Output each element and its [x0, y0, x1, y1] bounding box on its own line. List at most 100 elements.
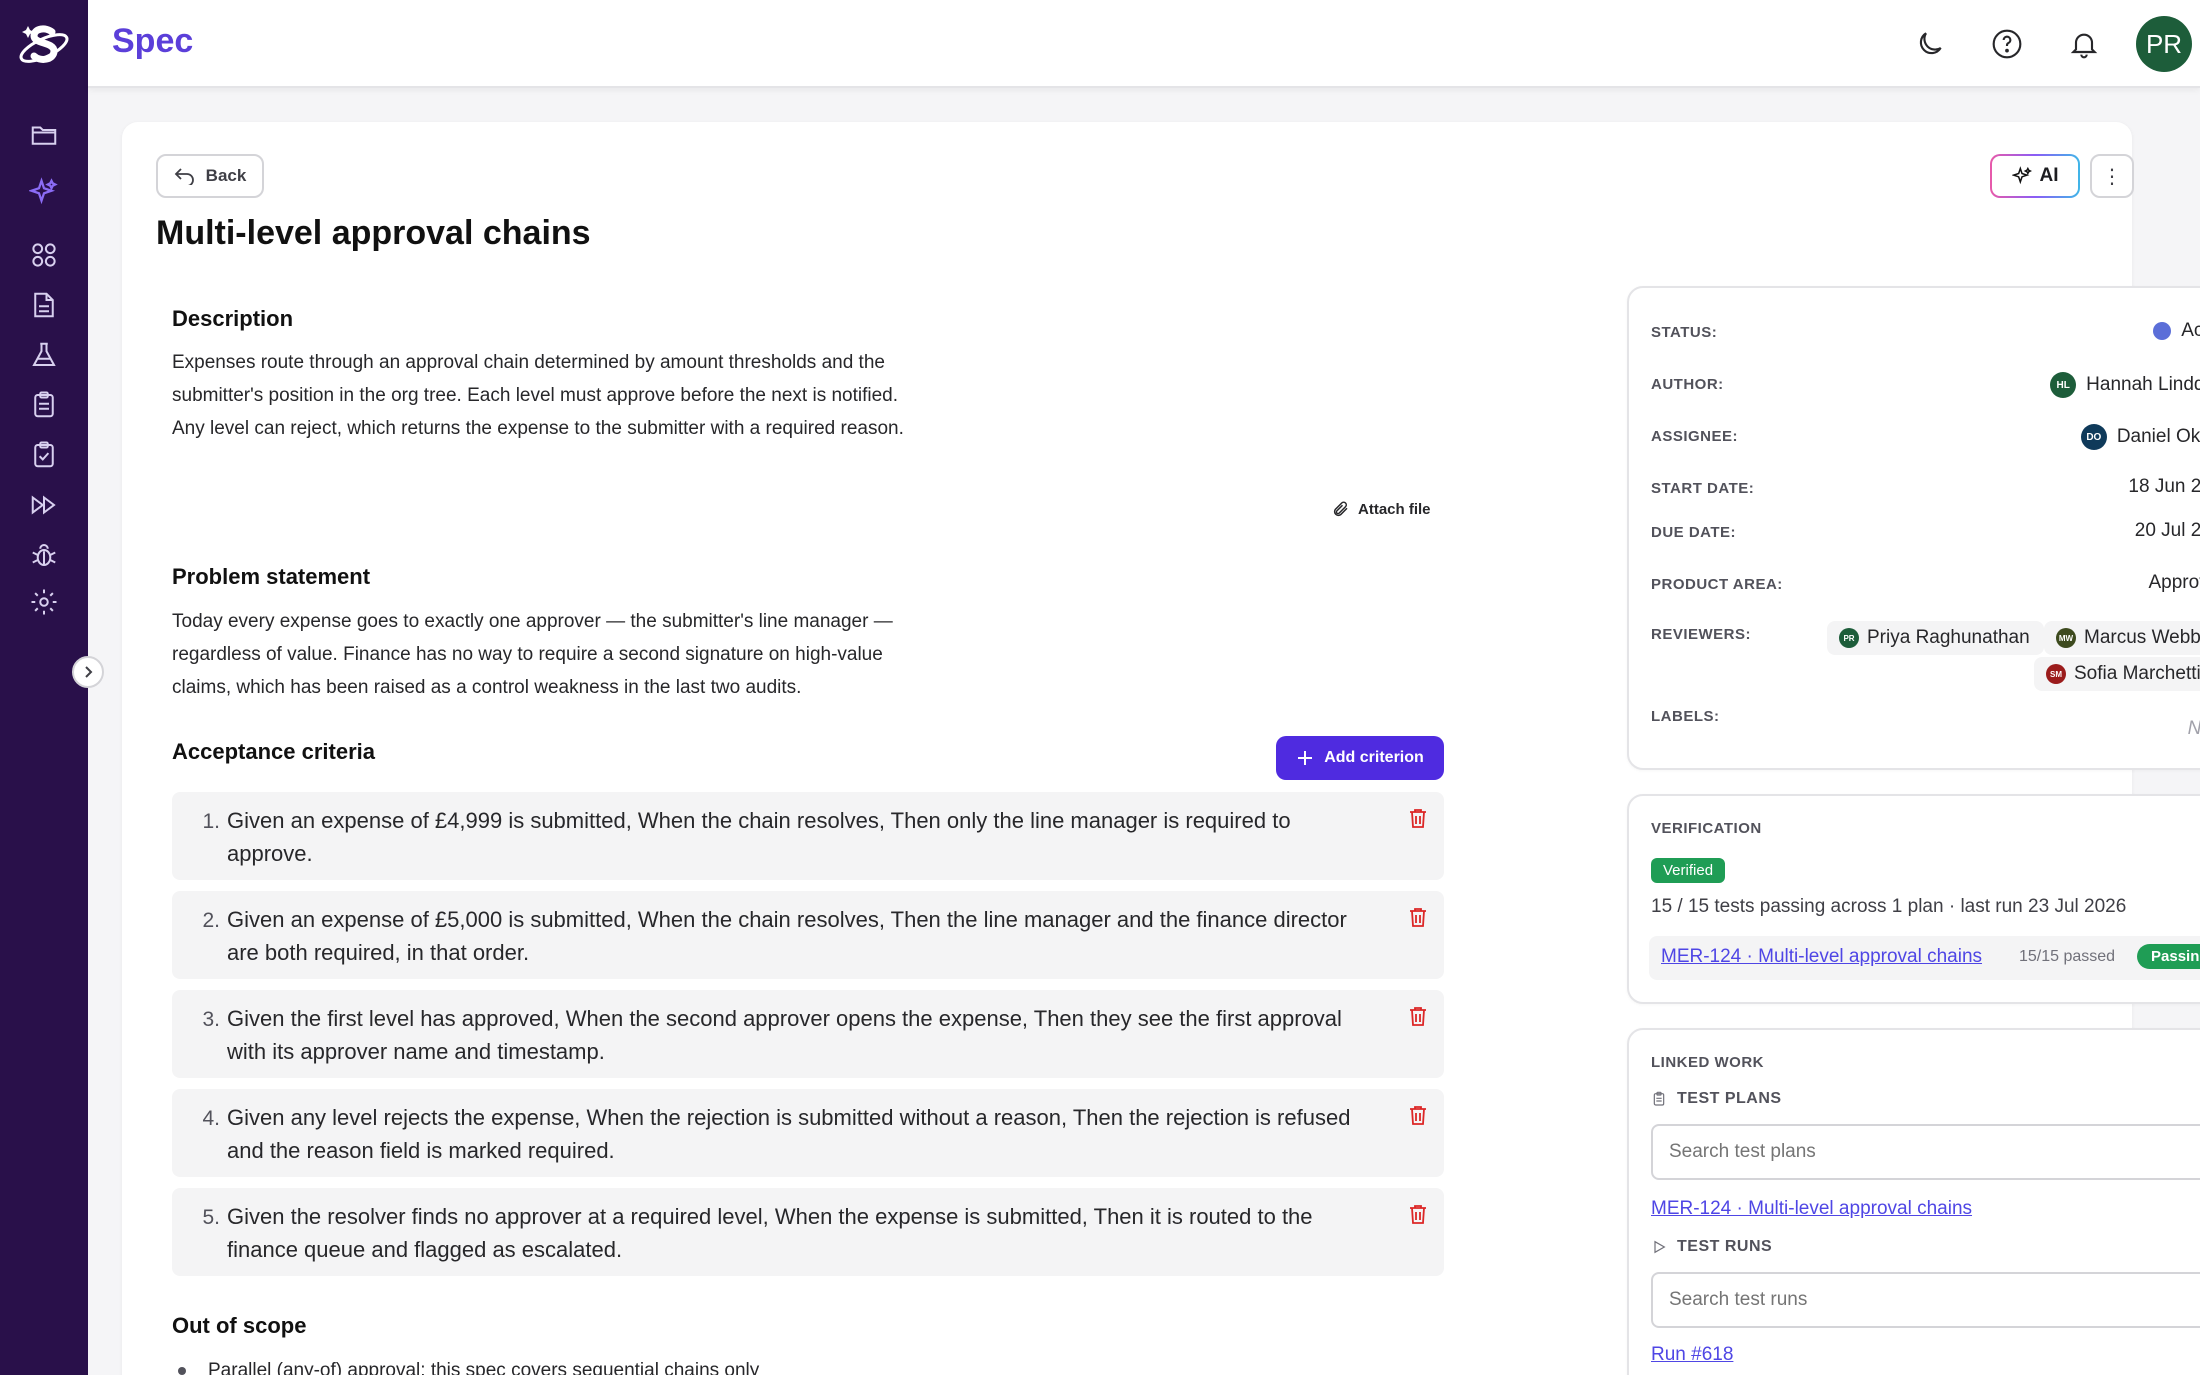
- clipboard-list-icon[interactable]: [26, 387, 62, 423]
- criterion-text[interactable]: Given any level rejects the expense, Whe…: [227, 1101, 1367, 1167]
- criterion-text[interactable]: Given the first level has approved, When…: [227, 1002, 1367, 1068]
- ai-button[interactable]: AI: [1990, 154, 2080, 198]
- criterion-text[interactable]: Given an expense of £5,000 is submitted,…: [227, 903, 1367, 969]
- user-avatar[interactable]: PR: [2136, 16, 2192, 72]
- fast-forward-icon[interactable]: [26, 487, 62, 523]
- description-heading: Description: [172, 306, 294, 331]
- clipboard-list-icon: [1653, 1091, 1665, 1106]
- verification-heading: VERIFICATION: [1651, 820, 1762, 837]
- add-criterion-label: Add criterion: [1324, 749, 1424, 766]
- add-criterion-button[interactable]: Add criterion: [1276, 736, 1444, 780]
- flask-icon[interactable]: [26, 337, 62, 373]
- due-date-label: DUE DATE:: [1651, 524, 1737, 541]
- linked-plan-link[interactable]: MER-124 · Multi-level approval chains: [1651, 1198, 1972, 1220]
- criterion-number: 2.: [202, 909, 220, 932]
- brand-name[interactable]: Spec: [112, 22, 193, 61]
- verification-card: VERIFICATION Verified 15 / 15 tests pass…: [1627, 794, 2200, 1004]
- criterion-item[interactable]: 1. Given an expense of £4,999 is submitt…: [172, 792, 1444, 880]
- scope-item-text: Parallel (any-of) approval; this spec co…: [208, 1360, 760, 1375]
- criterion-item[interactable]: 2. Given an expense of £5,000 is submitt…: [172, 891, 1444, 979]
- assignee-avatar: DO: [2080, 424, 2107, 450]
- verification-count: 15/15 passed: [2019, 948, 2116, 965]
- back-button[interactable]: Back: [156, 154, 264, 198]
- moon-icon[interactable]: [1910, 24, 1950, 64]
- search-test-plans-input[interactable]: [1651, 1124, 2200, 1180]
- start-date-label: START DATE:: [1651, 480, 1755, 497]
- reviewer-avatar: SM: [2046, 664, 2066, 684]
- labels-label: LABELS:: [1651, 708, 1720, 725]
- reviewer-name: Marcus Webb: [2084, 627, 2200, 648]
- test-plans-label: TEST PLANS: [1677, 1090, 1782, 1107]
- criterion-number: 1.: [202, 810, 220, 833]
- back-arrow-icon: [174, 168, 194, 185]
- spec-detail-card: Back AI ⋮ Multi-level approval chains De…: [122, 122, 2200, 1375]
- due-date-value[interactable]: 20 Jul 2026: [2135, 520, 2200, 542]
- trash-icon[interactable]: [1406, 1103, 1430, 1127]
- grid-icon[interactable]: [26, 237, 62, 273]
- back-label: Back: [205, 166, 247, 185]
- test-runs-label: TEST RUNS: [1677, 1238, 1773, 1255]
- criteria-heading: Acceptance criteria: [172, 739, 375, 764]
- document-icon[interactable]: [26, 287, 62, 323]
- problem-text[interactable]: Today every expense goes to exactly one …: [172, 605, 932, 704]
- clipboard-check-icon[interactable]: [26, 437, 62, 473]
- search-test-runs-input[interactable]: [1651, 1272, 2200, 1328]
- criterion-text[interactable]: Given the resolver finds no approver at …: [227, 1200, 1367, 1266]
- trash-icon[interactable]: [1406, 1004, 1430, 1028]
- criterion-item[interactable]: 3. Given the first level has approved, W…: [172, 990, 1444, 1078]
- product-area-label: PRODUCT AREA:: [1651, 576, 1783, 593]
- problem-heading: Problem statement: [172, 564, 371, 589]
- assignee-value[interactable]: DO Daniel Okafor: [2080, 424, 2200, 450]
- attach-file-button[interactable]: Attach file: [1332, 500, 1431, 518]
- reviewers-label: REVIEWERS:: [1651, 626, 1752, 643]
- bell-icon[interactable]: [2064, 24, 2104, 64]
- test-runs-subheading: TEST RUNS: [1651, 1238, 1772, 1256]
- start-date-value[interactable]: 18 Jun 2026: [2128, 476, 2200, 498]
- trash-icon[interactable]: [1406, 1202, 1430, 1226]
- criterion-item[interactable]: 5. Given the resolver finds no approver …: [172, 1188, 1444, 1276]
- linked-work-heading: LINKED WORK: [1651, 1054, 1764, 1071]
- more-options-button[interactable]: ⋮: [2090, 154, 2134, 198]
- help-icon[interactable]: [1987, 24, 2027, 64]
- description-text[interactable]: Expenses route through an approval chain…: [172, 346, 932, 445]
- verification-summary: 15 / 15 tests passing across 1 plan · la…: [1651, 896, 2127, 917]
- metadata-card: STATUS: Active AUTHOR: HL Hannah Lindqvi…: [1627, 286, 2200, 770]
- attach-file-label: Attach file: [1358, 500, 1431, 518]
- author-name: Hannah Lindqvist: [2086, 374, 2200, 395]
- folder-icon[interactable]: [26, 117, 62, 153]
- reviewer-chip[interactable]: PR Priya Raghunathan: [1827, 621, 2044, 655]
- settings-icon[interactable]: [26, 584, 62, 620]
- product-area-value[interactable]: Approvals: [2149, 572, 2200, 594]
- bug-icon[interactable]: [26, 537, 62, 573]
- ai-label: AI: [2039, 165, 2059, 186]
- author-label: AUTHOR:: [1651, 376, 1724, 393]
- sparkle-icon[interactable]: [26, 174, 62, 210]
- sidebar-expand-button[interactable]: [72, 656, 104, 688]
- plus-icon: [1298, 751, 1313, 765]
- labels-value[interactable]: None: [2188, 718, 2200, 740]
- reviewer-name: Priya Raghunathan: [1867, 627, 2030, 648]
- author-value[interactable]: HL Hannah Lindqvist: [2050, 372, 2200, 398]
- criterion-number: 5.: [202, 1206, 220, 1229]
- linked-work-card: LINKED WORK TEST PLANS MER-124 · Multi-l…: [1627, 1028, 2200, 1375]
- reviewer-name: Sofia Marchetti: [2074, 663, 2200, 684]
- criterion-text[interactable]: Given an expense of £4,999 is submitted,…: [227, 804, 1367, 870]
- status-text: Active: [2181, 320, 2200, 341]
- reviewer-chip[interactable]: SM Sofia Marchetti: [2034, 657, 2200, 691]
- sparkle-icon: [2011, 166, 2032, 185]
- criterion-item[interactable]: 4. Given any level rejects the expense, …: [172, 1089, 1444, 1177]
- status-label: STATUS:: [1651, 324, 1718, 341]
- criterion-number: 4.: [202, 1107, 220, 1130]
- app-logo-icon[interactable]: [16, 18, 72, 74]
- reviewer-chip[interactable]: MW Marcus Webb: [2044, 621, 2200, 655]
- play-icon: [1654, 1240, 1666, 1254]
- trash-icon[interactable]: [1406, 806, 1430, 830]
- page-title: Multi-level approval chains: [156, 214, 591, 252]
- scope-item: Parallel (any-of) approval; this spec co…: [178, 1360, 759, 1375]
- assignee-label: ASSIGNEE:: [1651, 428, 1739, 445]
- verification-plan-link[interactable]: MER-124 · Multi-level approval chains: [1661, 946, 1982, 968]
- trash-icon[interactable]: [1406, 905, 1430, 929]
- status-value[interactable]: Active: [2153, 320, 2200, 342]
- test-plans-subheading: TEST PLANS: [1651, 1090, 1782, 1108]
- linked-run-link[interactable]: Run #618: [1651, 1344, 1733, 1366]
